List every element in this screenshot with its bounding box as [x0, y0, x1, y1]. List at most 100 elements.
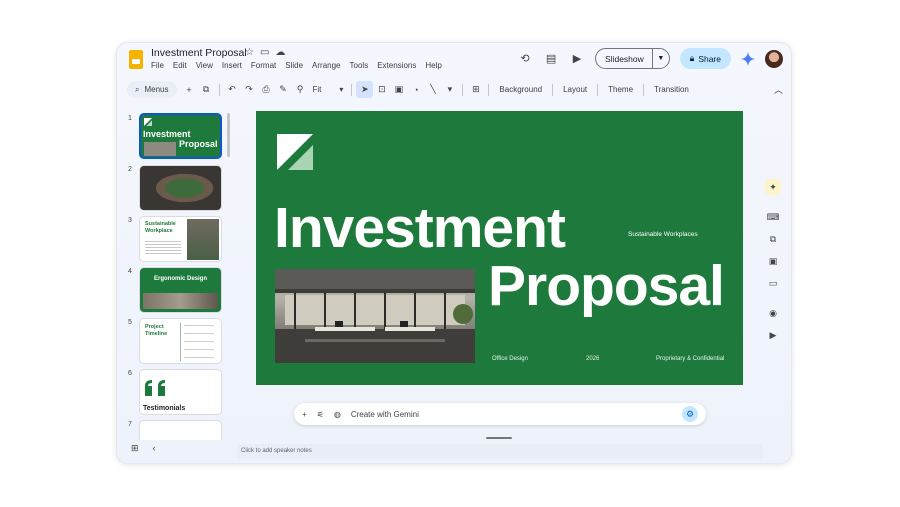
office-photo[interactable]: [275, 269, 475, 363]
grid-view-icon[interactable]: ⊞: [131, 443, 139, 454]
slide-logo-icon: [144, 118, 152, 126]
zoom-select[interactable]: Fit ▾: [309, 85, 348, 94]
thumbnail-slide-6[interactable]: Testimonials: [139, 369, 222, 415]
header-controls: ⟲ ▤ ▶ Slideshow ▼ 🔒︎ Share: [517, 48, 783, 69]
notes-resize-handle[interactable]: [486, 437, 512, 439]
collapse-panel-icon[interactable]: ‹: [153, 443, 156, 454]
history-icon[interactable]: ⟲: [517, 51, 533, 67]
folder-icon[interactable]: ▭: [765, 275, 781, 291]
slide-filmstrip: 1 Investment Proposal 2 3 Sustainable Wo…: [117, 109, 229, 440]
thumbnail-number: 3: [128, 217, 132, 224]
menu-bar: File Edit View Insert Format Slide Arran…: [151, 61, 442, 70]
filmstrip-scrollbar[interactable]: [227, 113, 230, 157]
thumbnail-title: Timeline: [145, 331, 168, 337]
menus-search[interactable]: ⌕ Menus: [127, 81, 177, 98]
menu-slide[interactable]: Slide: [285, 61, 303, 70]
print-icon[interactable]: ⎙: [258, 81, 275, 98]
menu-view[interactable]: View: [196, 61, 213, 70]
chevron-down-icon[interactable]: ▾: [441, 81, 458, 98]
gemini-settings-icon[interactable]: ⚙: [682, 406, 698, 422]
paint-format-icon[interactable]: ✎: [275, 81, 292, 98]
slide-subtitle[interactable]: Sustainable Workplaces: [628, 231, 698, 238]
theme-button[interactable]: Theme: [602, 85, 639, 94]
document-title[interactable]: Investment Proposal: [151, 47, 247, 59]
share-button[interactable]: 🔒︎ Share: [679, 48, 731, 69]
thumbnail-slide-4[interactable]: Ergonomic Design: [139, 267, 222, 313]
text-box-icon[interactable]: ⊡: [373, 81, 390, 98]
thumbnail-body-text: [145, 241, 181, 255]
thumbnail-slide-3[interactable]: Sustainable Workplace: [139, 216, 222, 262]
menu-tools[interactable]: Tools: [350, 61, 369, 70]
gemini-input[interactable]: Create with Gemini: [351, 410, 419, 419]
magic-wand-icon[interactable]: ✦: [765, 179, 781, 195]
redo-icon[interactable]: ↷: [241, 81, 258, 98]
toolbar-divider: [597, 83, 599, 96]
keyboard-icon[interactable]: ⌨: [765, 209, 781, 225]
palette-icon[interactable]: ◍: [334, 410, 341, 419]
slideshow-label[interactable]: Slideshow: [596, 49, 653, 68]
toolbar-divider: [351, 83, 353, 96]
thumbnail-slide-5[interactable]: Project Timeline: [139, 318, 222, 364]
new-slide-icon[interactable]: +: [181, 81, 198, 98]
slides-logo-icon[interactable]: [129, 50, 143, 69]
menu-file[interactable]: File: [151, 61, 164, 70]
menu-extensions[interactable]: Extensions: [377, 61, 416, 70]
slide-footer-year[interactable]: 2026: [586, 356, 599, 362]
gemini-bar: + ⚟ ◍ Create with Gemini ⚙: [294, 403, 706, 425]
menu-format[interactable]: Format: [251, 61, 276, 70]
star-icon[interactable]: ☆: [245, 47, 254, 58]
toolbar-divider: [643, 83, 645, 96]
filmstrip-controls: ⊞ ‹: [131, 443, 156, 454]
transition-button[interactable]: Transition: [648, 85, 695, 94]
menu-insert[interactable]: Insert: [222, 61, 242, 70]
menu-arrange[interactable]: Arrange: [312, 61, 340, 70]
share-label: Share: [698, 53, 721, 64]
slide-footer-left[interactable]: Office Design: [492, 356, 528, 362]
background-button[interactable]: Background: [493, 85, 548, 94]
slide-logo-icon: [277, 134, 313, 170]
add-icon[interactable]: +: [302, 410, 307, 419]
move-folder-icon[interactable]: ▭: [260, 47, 269, 58]
toolbar: ⌕ Menus + ⧉ ↶ ↷ ⎙ ✎ ⚲ Fit ▾ ➤ ⊡ ▣ ◔ ╲ ▾ …: [127, 80, 783, 99]
image-icon[interactable]: ▣: [390, 81, 407, 98]
shape-icon[interactable]: ◔: [407, 81, 424, 98]
add-comment-icon[interactable]: ⊞: [467, 81, 484, 98]
speaker-notes[interactable]: Click to add speaker notes: [237, 444, 763, 459]
toolbar-divider: [462, 83, 464, 96]
slide-canvas[interactable]: Investment Proposal Sustainable Workplac…: [256, 111, 743, 385]
menu-help[interactable]: Help: [425, 61, 441, 70]
meet-icon[interactable]: ▶: [569, 51, 585, 67]
tune-icon[interactable]: ⚟: [317, 410, 324, 419]
thumbnail-title: Sustainable: [145, 221, 176, 227]
slides-library-icon[interactable]: ⧉: [765, 231, 781, 247]
cloud-status-icon[interactable]: ☁: [275, 47, 285, 58]
collapse-toolbar-icon[interactable]: ︿: [774, 83, 783, 96]
video-icon[interactable]: ▶: [765, 327, 781, 343]
line-icon[interactable]: ╲: [424, 81, 441, 98]
side-panel: ✦ ⌨ ⧉ ▣ ▭ ◉ ▶: [765, 179, 781, 343]
gemini-icon[interactable]: [741, 51, 755, 66]
office-photo-illustration: [275, 269, 475, 363]
zoom-icon[interactable]: ⚲: [292, 81, 309, 98]
layout-button[interactable]: Layout: [557, 85, 593, 94]
thumbnail-number: 1: [128, 115, 132, 122]
thumbnail-slide-7[interactable]: [139, 420, 222, 440]
thumbnail-slide-1[interactable]: Investment Proposal: [139, 113, 222, 159]
slide-title-line-2[interactable]: Proposal: [488, 253, 725, 319]
drive-file-icon[interactable]: ▣: [765, 253, 781, 269]
avatar[interactable]: [765, 49, 783, 68]
select-cursor-icon[interactable]: ➤: [356, 81, 374, 98]
thumbnail-slide-2[interactable]: [139, 165, 222, 211]
thumbnail-title: Ergonomic Design: [153, 276, 207, 282]
thumbnail-title: Project: [145, 324, 164, 330]
undo-icon[interactable]: ↶: [224, 81, 241, 98]
record-icon[interactable]: ◉: [765, 305, 781, 321]
slides-window: Investment Proposal ☆ ▭ ☁ File Edit View…: [116, 42, 792, 464]
comments-icon[interactable]: ▤: [543, 51, 559, 67]
slide-footer-right[interactable]: Proprietary & Confidential: [656, 356, 724, 362]
thumbnail-photo: [187, 219, 219, 260]
menu-edit[interactable]: Edit: [173, 61, 187, 70]
slide-title-line-1[interactable]: Investment: [274, 195, 566, 261]
chevron-down-icon[interactable]: ▼: [653, 55, 669, 62]
new-slide-layout-icon[interactable]: ⧉: [198, 81, 215, 98]
